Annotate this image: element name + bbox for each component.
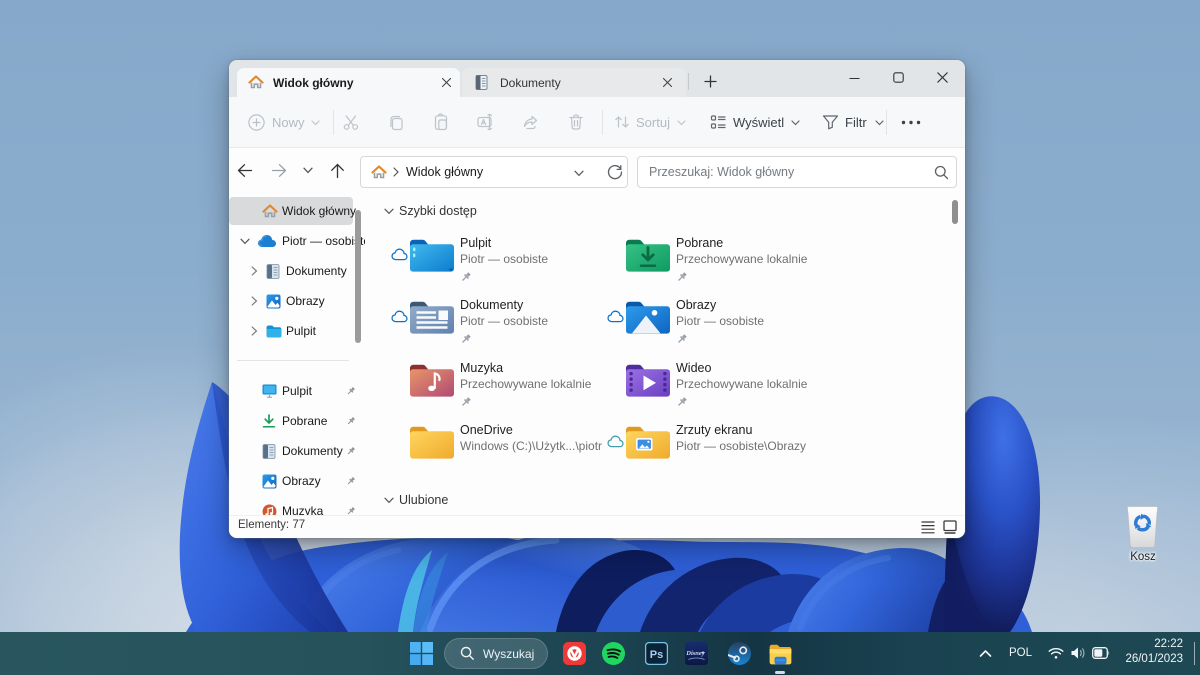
svg-text:Ps: Ps [650,649,663,661]
svg-text:Disney: Disney [685,650,705,657]
